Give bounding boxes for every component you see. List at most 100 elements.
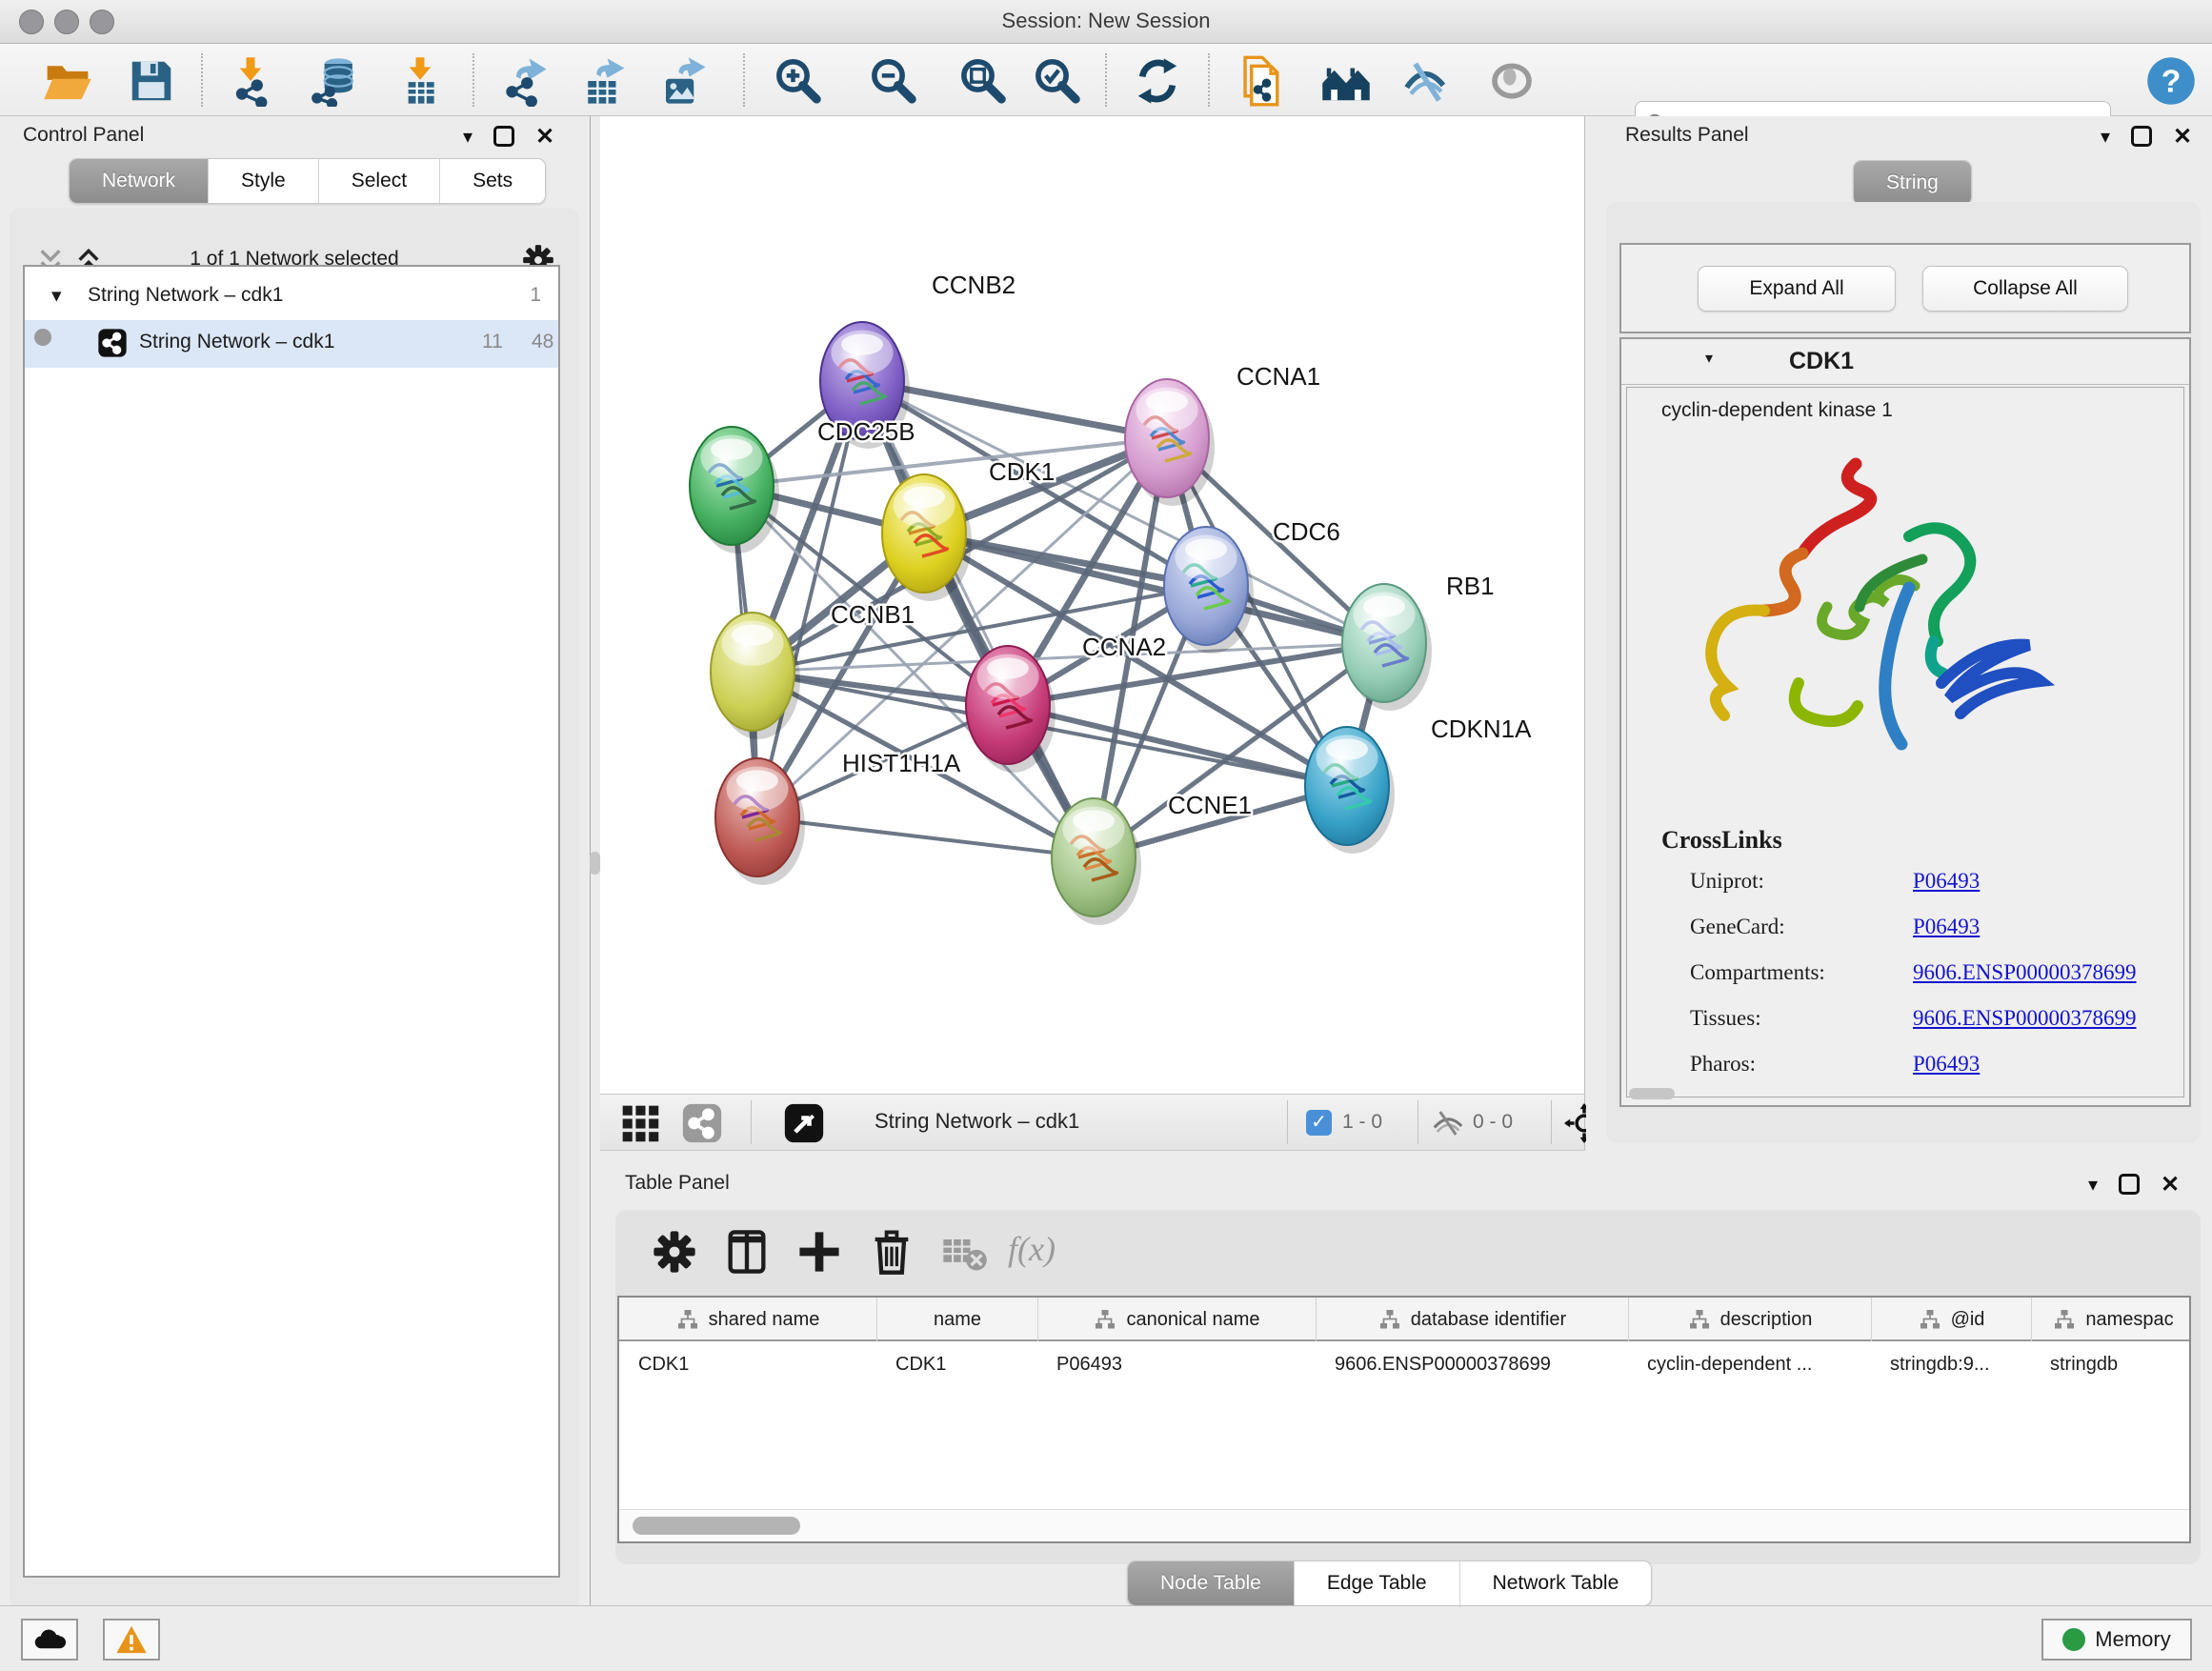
node-CDC6[interactable]: CDC6 [1164, 517, 1340, 654]
table-cell[interactable]: CDK1 [876, 1343, 1037, 1385]
node-HIST1H1A[interactable]: HIST1H1A [715, 749, 961, 885]
close-panel-icon[interactable]: ✕ [535, 123, 554, 151]
tab-sets[interactable]: Sets [439, 159, 545, 203]
delete-table-icon[interactable] [939, 1227, 989, 1277]
node-CCNA1[interactable]: CCNA1 [1125, 362, 1320, 506]
table-cell[interactable]: cyclin-dependent ... [1628, 1343, 1871, 1385]
table-settings-gear-icon[interactable] [650, 1227, 699, 1277]
zoom-in-icon[interactable] [772, 55, 823, 107]
left-splitter-handle[interactable] [590, 852, 600, 875]
tab-select[interactable]: Select [318, 159, 439, 203]
node-RB1[interactable]: RB1 [1342, 572, 1495, 711]
section-collapse-icon[interactable]: ▾ [1705, 349, 1713, 368]
table-cell[interactable]: CDK1 [619, 1343, 876, 1385]
column-label: @id [1951, 1309, 1985, 1331]
tab-style[interactable]: Style [208, 159, 318, 203]
control-panel-title: Control Panel [23, 124, 144, 147]
crosslink-link[interactable]: 9606.ENSP00000378699 [1913, 960, 2137, 985]
column-header-namespac[interactable]: namespac [2031, 1298, 2191, 1341]
column-header-@id[interactable]: @id [1871, 1298, 2031, 1341]
zoom-selected-icon[interactable] [1031, 55, 1082, 107]
collapse-all-button[interactable]: Collapse All [1922, 266, 2128, 312]
collapse-results-icon[interactable]: ▾ [2101, 125, 2110, 149]
control-panel: Control Panel ▾ ✕ NetworkStyleSelectSets… [0, 116, 591, 1605]
node-table[interactable]: shared namenamecanonical namedatabase id… [617, 1296, 2191, 1543]
node-CDK1[interactable]: CDK1 [882, 457, 1055, 601]
table-hscrollbar[interactable] [619, 1509, 2189, 1541]
show-all-icon[interactable] [1486, 55, 1538, 107]
float-table-icon[interactable] [2119, 1174, 2140, 1195]
crosslinks-heading: CrossLinks [1661, 826, 1782, 855]
network-name: String Network – cdk1 [139, 331, 334, 353]
selected-checkbox-icon[interactable]: ✓ [1306, 1110, 1332, 1136]
export-network-icon[interactable] [499, 55, 551, 107]
tab-node-table[interactable]: Node Table [1128, 1561, 1294, 1605]
warning-button[interactable] [103, 1619, 160, 1661]
table-hscrollbar-thumb[interactable] [633, 1517, 800, 1535]
import-network-icon[interactable] [225, 55, 276, 107]
tab-string[interactable]: String [1854, 161, 1971, 205]
export-image-icon[interactable] [657, 55, 709, 107]
hide-selected-icon[interactable] [1400, 55, 1452, 107]
function-builder-icon[interactable]: f(x) [1008, 1229, 1094, 1278]
node-label-CCNA1: CCNA1 [1237, 362, 1320, 391]
table-row[interactable]: CDK1CDK1P064939606.ENSP00000378699cyclin… [619, 1343, 2191, 1385]
svg-text:?: ? [2162, 63, 2182, 99]
column-header-description[interactable]: description [1628, 1298, 1871, 1341]
column-header-name[interactable]: name [876, 1298, 1037, 1341]
table-cell[interactable]: P06493 [1037, 1343, 1316, 1385]
show-columns-icon[interactable] [722, 1227, 772, 1277]
network-view-canvas[interactable]: CCNB2CCNA1CDC25BCDK1CDC6RB1CCNB1CCNA2CDK… [600, 116, 1585, 1094]
open-session-icon[interactable] [42, 55, 93, 107]
crosslink-link[interactable]: P06493 [1913, 869, 1980, 894]
help-icon[interactable]: ? [2145, 55, 2197, 107]
collapse-table-icon[interactable]: ▾ [2088, 1173, 2098, 1197]
node-CCNE1[interactable]: CCNE1 [1052, 791, 1252, 925]
zoom-out-icon[interactable] [867, 55, 918, 107]
column-header-database-identifier[interactable]: database identifier [1316, 1298, 1628, 1341]
save-session-icon[interactable] [126, 55, 177, 107]
column-header-shared-name[interactable]: shared name [619, 1298, 876, 1341]
results-scrollbar-thumb[interactable] [1629, 1088, 1675, 1099]
crosslink-label: Compartments: [1690, 960, 1825, 985]
share-file-icon[interactable] [1237, 55, 1288, 107]
node-CDKN1A[interactable]: CDKN1A [1305, 715, 1532, 854]
crosslink-link[interactable]: 9606.ENSP00000378699 [1913, 1006, 2137, 1031]
memory-button[interactable]: Memory [2041, 1619, 2192, 1661]
network-row-selected[interactable]: String Network – cdk1 11 48 [25, 320, 558, 368]
add-column-icon[interactable] [794, 1227, 844, 1277]
tab-edge-table[interactable]: Edge Table [1294, 1561, 1459, 1605]
edge-HIST1H1A-CCNE1[interactable] [757, 817, 1094, 857]
table-cell[interactable]: stringdb [2031, 1343, 2191, 1385]
crosslink-label: GeneCard: [1690, 915, 1785, 939]
open-in-window-icon[interactable] [783, 1102, 825, 1144]
zoom-fit-icon[interactable] [956, 55, 1008, 107]
close-table-icon[interactable]: ✕ [2161, 1171, 2180, 1198]
node-label-CCNE1: CCNE1 [1168, 791, 1252, 819]
refresh-icon[interactable] [1132, 55, 1183, 107]
close-results-icon[interactable]: ✕ [2173, 123, 2192, 151]
expand-all-button[interactable]: Expand All [1698, 266, 1896, 312]
float-panel-icon[interactable] [493, 126, 514, 147]
crosslink-link[interactable]: P06493 [1913, 915, 1980, 939]
network-share-icon[interactable] [681, 1102, 723, 1144]
tab-network[interactable]: Network [70, 159, 208, 203]
collapse-panel-icon[interactable]: ▾ [463, 125, 473, 149]
network-edges [732, 381, 1384, 857]
home-icon[interactable] [1320, 55, 1372, 107]
tab-network-table[interactable]: Network Table [1459, 1561, 1652, 1605]
table-cell[interactable]: stringdb:9... [1871, 1343, 2031, 1385]
network-collection-row[interactable]: ▾ String Network – cdk1 1 [25, 276, 558, 320]
birdseye-grid-icon[interactable] [619, 1102, 661, 1144]
delete-column-icon[interactable] [867, 1227, 916, 1277]
node-section-header[interactable]: ▾ CDK1 [1621, 339, 2189, 385]
import-database-icon[interactable] [311, 55, 362, 107]
float-results-icon[interactable] [2131, 126, 2152, 147]
export-table-icon[interactable] [577, 55, 629, 107]
column-header-canonical-name[interactable]: canonical name [1037, 1298, 1316, 1341]
table-cell[interactable]: 9606.ENSP00000378699 [1316, 1343, 1628, 1385]
tree-expand-icon[interactable]: ▾ [51, 284, 62, 308]
crosslink-link[interactable]: P06493 [1913, 1052, 1980, 1077]
cloud-button[interactable] [21, 1619, 78, 1661]
import-table-icon[interactable] [394, 55, 446, 107]
